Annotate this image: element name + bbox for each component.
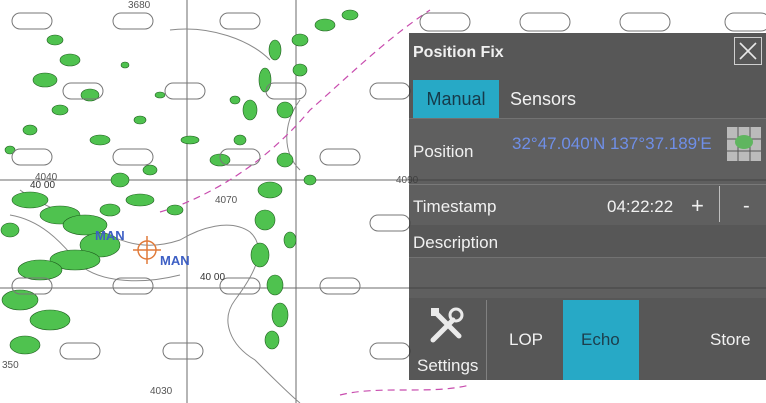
description-field[interactable]: [409, 257, 766, 298]
timestamp-field[interactable]: 04:22:22: [607, 197, 673, 217]
contour-label: 4030: [150, 386, 173, 397]
tab-manual[interactable]: Manual: [413, 80, 499, 118]
store-label: Store: [710, 330, 751, 349]
position-label: Position: [413, 142, 474, 161]
stepper-divider: [719, 186, 720, 222]
decrement-button[interactable]: -: [743, 195, 750, 218]
map-grid-icon: [727, 127, 761, 161]
tools-icon: [430, 307, 464, 343]
position-fix-dialog: Position Fix Manual Sensors Position 32°…: [409, 33, 766, 380]
close-button[interactable]: [734, 37, 762, 65]
map-pick-button[interactable]: [727, 127, 761, 161]
position-field[interactable]: 32°47.040'N 137°37.189'E: [512, 134, 712, 154]
lop-label: LOP: [509, 330, 544, 349]
settings-button[interactable]: Settings: [409, 300, 487, 380]
increment-button[interactable]: +: [691, 193, 704, 219]
settings-label: Settings: [417, 356, 479, 375]
description-label: Description: [413, 233, 499, 252]
echo-button[interactable]: Echo: [563, 300, 639, 380]
latitude-label: 40 00: [30, 180, 56, 191]
timestamp-label: Timestamp: [413, 197, 497, 216]
contour-label: 350: [2, 360, 19, 371]
contour-label: 3680: [128, 0, 151, 11]
latitude-label: 40 00: [200, 272, 226, 283]
dialog-title: Position Fix: [413, 44, 504, 61]
store-button[interactable]: Store: [640, 300, 766, 380]
lop-button[interactable]: LOP: [487, 300, 562, 380]
man-marker-label[interactable]: MAN: [95, 228, 125, 243]
man-marker-label[interactable]: MAN: [160, 253, 190, 268]
tab-sensors[interactable]: Sensors: [501, 80, 585, 118]
contour-label: 4070: [215, 195, 238, 206]
echo-label: Echo: [581, 330, 620, 349]
crosshair-icon[interactable]: [133, 236, 161, 264]
close-icon: [739, 42, 757, 60]
